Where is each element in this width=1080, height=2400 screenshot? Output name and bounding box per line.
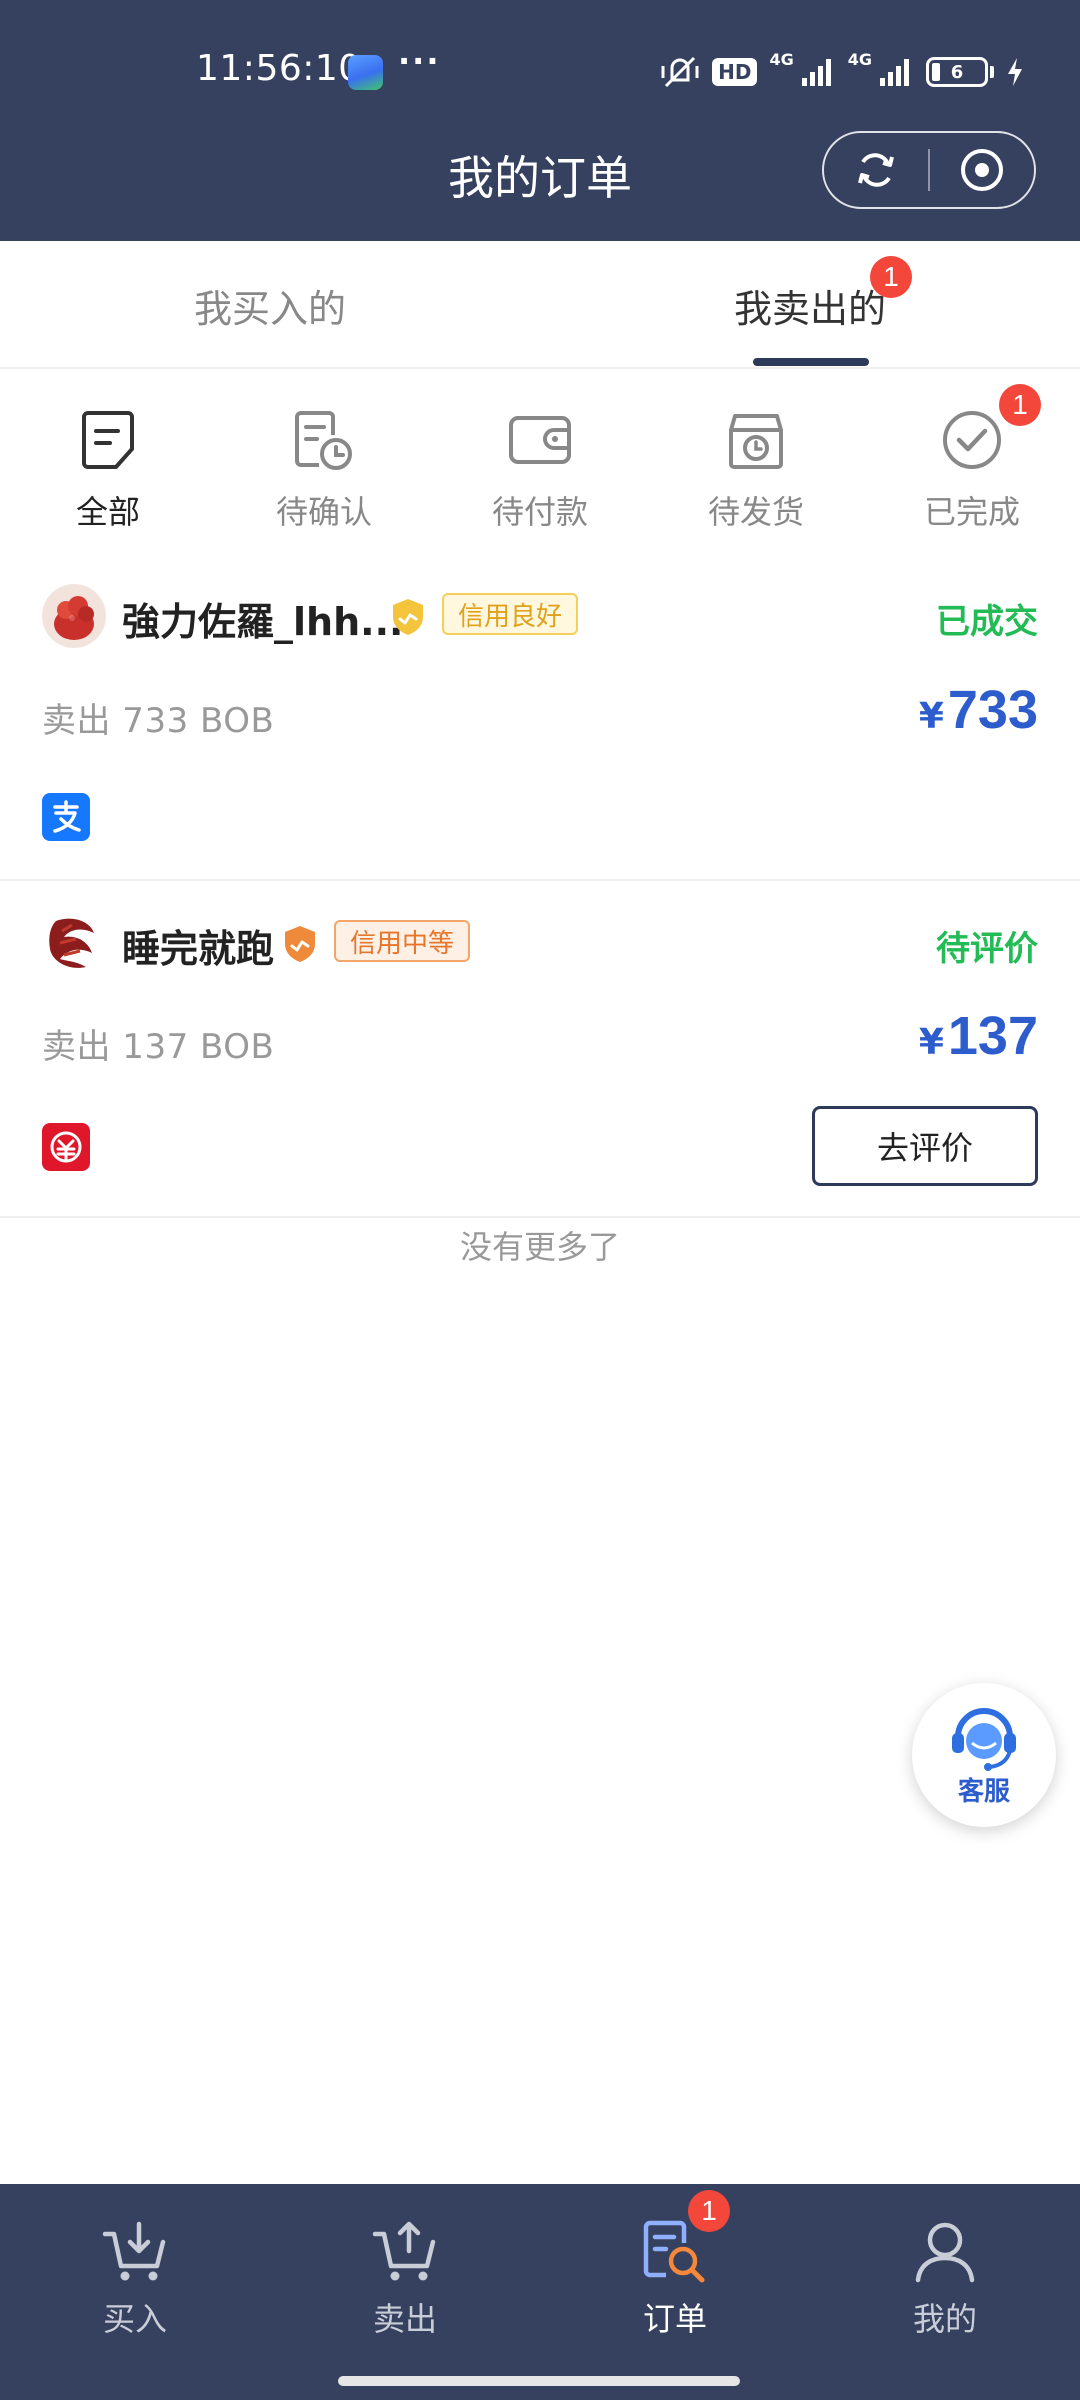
filter-pending-payment[interactable]: 待付款 bbox=[432, 369, 648, 549]
order-price: ¥ 733 bbox=[919, 679, 1038, 741]
verified-shield-icon bbox=[393, 599, 423, 635]
tab-bought-label: 我买入的 bbox=[193, 286, 346, 331]
package-clock-icon bbox=[729, 414, 783, 469]
status-more-dots: ··· bbox=[398, 42, 441, 80]
credit-badge: 信用中等 bbox=[334, 920, 471, 962]
active-tab-indicator bbox=[753, 358, 869, 366]
network-type-1: 4G bbox=[769, 50, 794, 69]
nav-sell[interactable]: 卖出 bbox=[270, 2184, 540, 2354]
nav-profile[interactable]: 我的 bbox=[810, 2184, 1080, 2354]
network-type-2: 4G bbox=[847, 50, 872, 69]
miniapp-capsule bbox=[822, 131, 1036, 209]
nav-orders-label: 订单 bbox=[642, 2300, 707, 2338]
filter-completed-badge: 1 bbox=[999, 384, 1041, 426]
nav-buy[interactable]: 买入 bbox=[0, 2184, 270, 2354]
battery-level: 6 bbox=[950, 61, 964, 83]
tab-sold[interactable]: 我卖出的 bbox=[540, 241, 1080, 369]
order-direction-tabs: 我买入的 我卖出的 bbox=[0, 241, 1080, 369]
tab-sold-label: 我卖出的 bbox=[733, 286, 886, 331]
hd-voice-icon: HD bbox=[712, 58, 758, 86]
person-icon bbox=[915, 2222, 975, 2283]
price-amount: 137 bbox=[947, 1006, 1038, 1066]
gallery-app-icon bbox=[348, 55, 383, 90]
order-status: 已成交 bbox=[936, 602, 1038, 642]
seller-name: 睡完就跑 bbox=[122, 927, 275, 971]
verified-shield-icon bbox=[285, 926, 315, 962]
document-clock-icon bbox=[295, 411, 352, 470]
home-indicator[interactable] bbox=[338, 2376, 740, 2386]
unionpay-icon bbox=[42, 1123, 90, 1171]
bottom-navigation: 买入 卖出 订单 我的 bbox=[0, 2184, 1080, 2400]
filter-pending-shipment[interactable]: 待发货 bbox=[648, 369, 864, 549]
signal-icon-2 bbox=[880, 59, 909, 86]
nav-profile-label: 我的 bbox=[912, 2300, 977, 2338]
nav-orders-badge: 1 bbox=[688, 2190, 730, 2232]
charging-icon bbox=[1008, 58, 1022, 86]
tab-bought[interactable]: 我买入的 bbox=[0, 241, 540, 369]
tab-sold-badge: 1 bbox=[870, 256, 912, 298]
filter-all-label: 全部 bbox=[75, 493, 140, 531]
refresh-icon bbox=[858, 153, 894, 187]
credit-badge: 信用良好 bbox=[442, 593, 579, 635]
wallet-icon bbox=[509, 416, 571, 464]
order-price: ¥ 137 bbox=[919, 1005, 1038, 1067]
seller-name: 強力佐羅_lhh... bbox=[122, 600, 404, 644]
filter-completed-label: 已完成 bbox=[923, 493, 1020, 531]
headset-agent-icon bbox=[952, 1707, 1016, 1771]
mute-vibrate-icon bbox=[661, 56, 699, 88]
close-miniapp-button[interactable] bbox=[930, 133, 1034, 207]
status-icons: HD 4G 4G 6 bbox=[660, 50, 1024, 94]
order-description: 卖出 733 BOB bbox=[42, 701, 275, 741]
review-button[interactable]: 去评价 bbox=[812, 1106, 1038, 1186]
seller-avatar bbox=[42, 584, 106, 648]
order-description: 卖出 137 BOB bbox=[42, 1027, 275, 1067]
app-header: 11:56:10 ··· HD 4G 4G 6 我的订单 bbox=[0, 0, 1080, 241]
filter-completed[interactable]: 已完成 bbox=[864, 369, 1080, 549]
filter-pending-confirm[interactable]: 待确认 bbox=[216, 369, 432, 549]
cart-upload-icon bbox=[372, 2221, 436, 2281]
order-card[interactable]: 強力佐羅_lhh... 信用良好 已成交 卖出 733 BOB ¥ 733 bbox=[0, 549, 1080, 881]
nav-orders[interactable]: 订单 bbox=[540, 2184, 810, 2354]
alipay-icon bbox=[42, 793, 90, 841]
refresh-button[interactable] bbox=[824, 133, 928, 207]
filter-all[interactable]: 全部 bbox=[0, 369, 216, 549]
no-more-text: 没有更多了 bbox=[459, 1228, 620, 1266]
filter-pending-payment-label: 待付款 bbox=[491, 493, 588, 531]
filter-pending-confirm-label: 待确认 bbox=[275, 493, 372, 531]
record-target-icon bbox=[960, 149, 1003, 191]
order-card[interactable]: 睡完就跑 信用中等 待评价 卖出 137 BOB ¥ 137 去评价 bbox=[0, 881, 1080, 1218]
nav-buy-label: 买入 bbox=[102, 2300, 167, 2338]
seller-avatar bbox=[42, 911, 106, 975]
order-status: 待评价 bbox=[936, 929, 1038, 969]
customer-service-label: 客服 bbox=[957, 1776, 1010, 1807]
status-time: 11:56:10 bbox=[196, 48, 362, 89]
cart-download-icon bbox=[102, 2221, 166, 2281]
battery-icon: 6 bbox=[926, 57, 988, 87]
currency-symbol: ¥ bbox=[918, 696, 944, 737]
document-icon bbox=[82, 411, 134, 469]
check-circle-icon bbox=[943, 411, 1001, 469]
currency-symbol: ¥ bbox=[918, 1022, 944, 1063]
customer-service-button[interactable]: 客服 bbox=[912, 1683, 1056, 1827]
filter-pending-shipment-label: 待发货 bbox=[707, 493, 804, 531]
price-amount: 733 bbox=[947, 680, 1038, 740]
signal-icon bbox=[801, 59, 831, 86]
nav-sell-label: 卖出 bbox=[372, 2300, 437, 2338]
order-status-filter: 全部 待确认 待付款 待发货 已完成 bbox=[0, 369, 1080, 549]
